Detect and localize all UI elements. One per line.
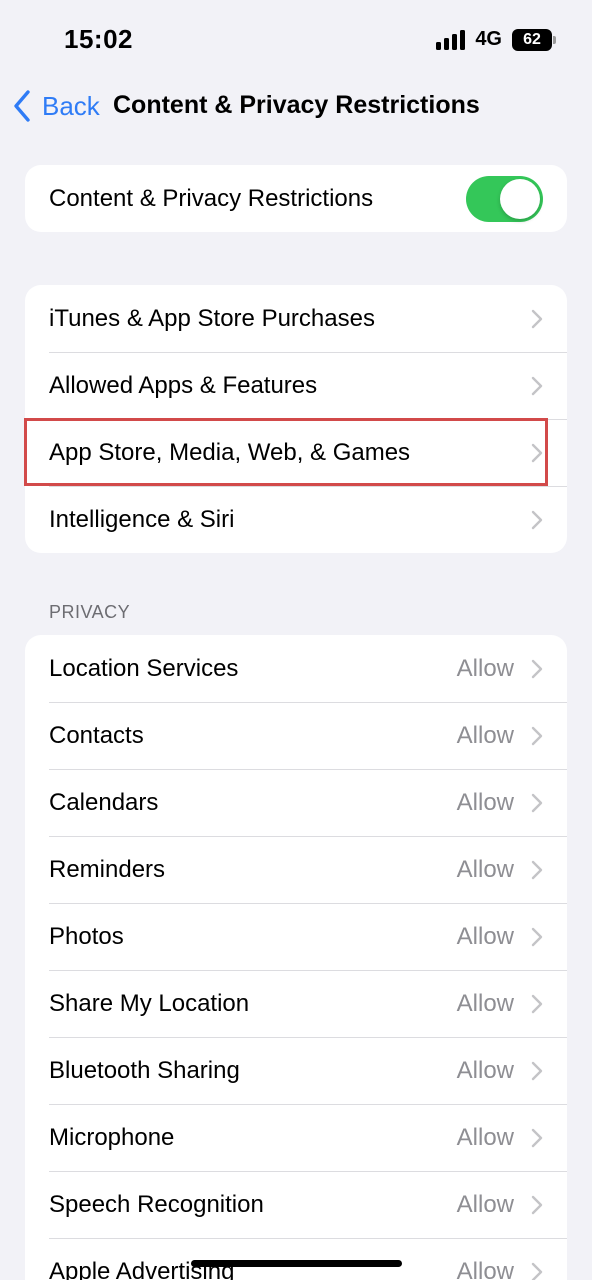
toggle-knob xyxy=(500,178,540,219)
privacy-item-label: Location Services xyxy=(49,654,239,682)
page-title: Content & Privacy Restrictions xyxy=(113,91,480,119)
cellular-signal-icon xyxy=(436,29,466,50)
chevron-right-icon xyxy=(531,1195,543,1214)
chevron-right-icon xyxy=(531,1128,543,1147)
privacy-item-value: Allow xyxy=(456,654,514,682)
privacy-item-label: Bluetooth Sharing xyxy=(49,1056,240,1084)
privacy-item-calendars[interactable]: Calendars Allow xyxy=(25,769,567,836)
chevron-right-icon xyxy=(531,1262,543,1280)
chevron-right-icon xyxy=(531,793,543,812)
privacy-item-microphone[interactable]: Microphone Allow xyxy=(25,1104,567,1171)
status-indicators: 4G 62 xyxy=(436,28,556,51)
privacy-section-header: PRIVACY xyxy=(49,602,131,622)
privacy-item-value: Allow xyxy=(456,989,514,1017)
privacy-item-apple-advertising[interactable]: Apple Advertising Allow xyxy=(25,1238,567,1280)
master-toggle-card: Content & Privacy Restrictions xyxy=(25,165,567,232)
privacy-item-photos[interactable]: Photos Allow xyxy=(25,903,567,970)
menu-item-itunes-app-store-purchases[interactable]: iTunes & App Store Purchases xyxy=(25,285,567,352)
menu-item-label: iTunes & App Store Purchases xyxy=(49,304,375,332)
privacy-card: Location Services Allow Contacts Allow C… xyxy=(25,635,567,1280)
privacy-item-location-services[interactable]: Location Services Allow xyxy=(25,635,567,702)
restrictions-menu-card: iTunes & App Store Purchases Allowed App… xyxy=(25,285,567,553)
chevron-right-icon xyxy=(531,726,543,745)
menu-item-app-store-media-web-games[interactable]: App Store, Media, Web, & Games xyxy=(25,419,567,486)
privacy-item-value: Allow xyxy=(456,922,514,950)
privacy-item-speech-recognition[interactable]: Speech Recognition Allow xyxy=(25,1171,567,1238)
navigation-bar: Back Content & Privacy Restrictions xyxy=(0,80,592,130)
menu-item-intelligence-siri[interactable]: Intelligence & Siri xyxy=(25,486,567,553)
chevron-left-icon xyxy=(14,90,30,122)
privacy-item-share-my-location[interactable]: Share My Location Allow xyxy=(25,970,567,1037)
battery-level: 62 xyxy=(523,30,541,48)
chevron-right-icon xyxy=(531,927,543,946)
privacy-item-label: Speech Recognition xyxy=(49,1190,264,1218)
menu-item-allowed-apps-features[interactable]: Allowed Apps & Features xyxy=(25,352,567,419)
privacy-item-value: Allow xyxy=(456,721,514,749)
chevron-right-icon xyxy=(531,510,543,529)
status-bar: 15:02 4G 62 xyxy=(0,0,592,80)
home-indicator[interactable] xyxy=(191,1260,402,1267)
privacy-item-label: Photos xyxy=(49,922,124,950)
chevron-right-icon xyxy=(531,443,543,462)
privacy-item-bluetooth-sharing[interactable]: Bluetooth Sharing Allow xyxy=(25,1037,567,1104)
privacy-item-reminders[interactable]: Reminders Allow xyxy=(25,836,567,903)
chevron-right-icon xyxy=(531,376,543,395)
master-toggle-row: Content & Privacy Restrictions xyxy=(25,165,567,232)
back-button[interactable]: Back xyxy=(12,86,100,126)
chevron-right-icon xyxy=(531,659,543,678)
content-privacy-toggle[interactable] xyxy=(466,175,543,222)
privacy-item-value: Allow xyxy=(456,1056,514,1084)
privacy-item-label: Microphone xyxy=(49,1123,175,1151)
privacy-item-label: Reminders xyxy=(49,855,166,883)
privacy-item-value: Allow xyxy=(456,1190,514,1218)
privacy-item-value: Allow xyxy=(456,855,514,883)
privacy-item-value: Allow xyxy=(456,788,514,816)
privacy-item-contacts[interactable]: Contacts Allow xyxy=(25,702,567,769)
chevron-right-icon xyxy=(531,994,543,1013)
network-type: 4G xyxy=(475,28,502,50)
menu-item-label: App Store, Media, Web, & Games xyxy=(49,438,411,466)
menu-item-label: Allowed Apps & Features xyxy=(49,371,318,399)
battery-icon: 62 xyxy=(512,28,556,51)
back-label: Back xyxy=(42,90,100,121)
privacy-item-value: Allow xyxy=(456,1257,514,1280)
privacy-item-label: Calendars xyxy=(49,788,159,816)
chevron-right-icon xyxy=(531,1061,543,1080)
menu-item-label: Intelligence & Siri xyxy=(49,505,235,533)
privacy-item-label: Share My Location xyxy=(49,989,250,1017)
chevron-right-icon xyxy=(531,309,543,328)
privacy-item-label: Contacts xyxy=(49,721,144,749)
status-time: 15:02 xyxy=(64,24,133,54)
master-toggle-label: Content & Privacy Restrictions xyxy=(49,184,374,212)
chevron-right-icon xyxy=(531,860,543,879)
privacy-item-value: Allow xyxy=(456,1123,514,1151)
